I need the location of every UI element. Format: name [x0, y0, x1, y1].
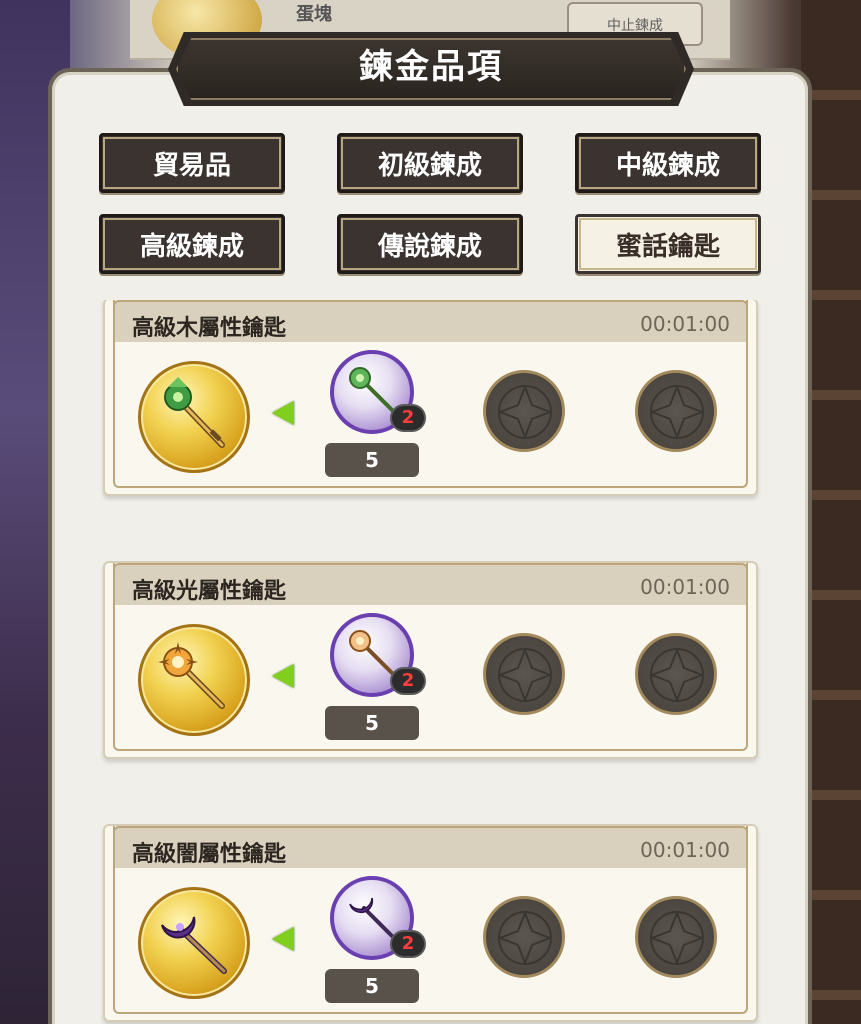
dark-key-icon [161, 916, 227, 974]
material-badge: 2 [390, 930, 426, 958]
material-count: 5 [325, 443, 419, 477]
empty-slot-icon [497, 384, 553, 440]
recipe-time: 00:01:00 [640, 312, 730, 336]
empty-slot-icon [497, 647, 553, 703]
empty-slot[interactable] [635, 896, 717, 978]
empty-slot[interactable] [483, 370, 565, 452]
empty-slot-icon [649, 910, 705, 966]
recipe-card[interactable]: 高級闇屬性鑰匙 00:01:00 2 5 [103, 824, 758, 1022]
result-item[interactable] [138, 624, 250, 736]
recipe-name: 高級光屬性鑰匙 [132, 579, 287, 604]
material-count: 5 [325, 706, 419, 740]
tab-trade-goods[interactable]: 貿易品 [99, 133, 285, 193]
material-badge: 2 [390, 667, 426, 695]
tab-intermediate-alchemy[interactable]: 中級鍊成 [575, 133, 761, 193]
tab-secret-keys[interactable]: 蜜話鑰匙 [575, 214, 761, 274]
recipe-card[interactable]: 高級木屬性鑰匙 00:01:00 2 5 [103, 300, 758, 496]
background-item-label: 蛋塊 [296, 4, 332, 25]
panel-title: 鍊金品項 [359, 47, 503, 87]
recipe-card[interactable]: 高級光屬性鑰匙 00:01:00 2 5 [103, 561, 758, 759]
result-item[interactable] [138, 361, 250, 473]
empty-slot[interactable] [483, 633, 565, 715]
empty-slot-icon [649, 647, 705, 703]
material-count: 5 [325, 969, 419, 1003]
light-key-icon [158, 642, 225, 709]
empty-slot[interactable] [635, 633, 717, 715]
wood-key-icon [164, 377, 225, 448]
result-item[interactable] [138, 887, 250, 999]
material-badge: 2 [390, 404, 426, 432]
tab-legendary-alchemy[interactable]: 傳說鍊成 [337, 214, 523, 274]
recipe-name: 高級木屬性鑰匙 [132, 316, 287, 341]
tab-advanced-alchemy[interactable]: 高級鍊成 [99, 214, 285, 274]
empty-slot[interactable] [635, 370, 717, 452]
recipe-list[interactable]: 高級木屬性鑰匙 00:01:00 2 5 高級光屬性鑰匙 00:01:00 2 … [100, 300, 762, 1024]
recipe-name: 高級闇屬性鑰匙 [132, 842, 287, 867]
arrow-left-icon [272, 664, 294, 688]
empty-slot-icon [649, 384, 705, 440]
empty-slot-icon [497, 910, 553, 966]
arrow-left-icon [272, 401, 294, 425]
recipe-time: 00:01:00 [640, 838, 730, 862]
recipe-time: 00:01:00 [640, 575, 730, 599]
arrow-left-icon [272, 927, 294, 951]
tab-basic-alchemy[interactable]: 初級鍊成 [337, 133, 523, 193]
empty-slot[interactable] [483, 896, 565, 978]
